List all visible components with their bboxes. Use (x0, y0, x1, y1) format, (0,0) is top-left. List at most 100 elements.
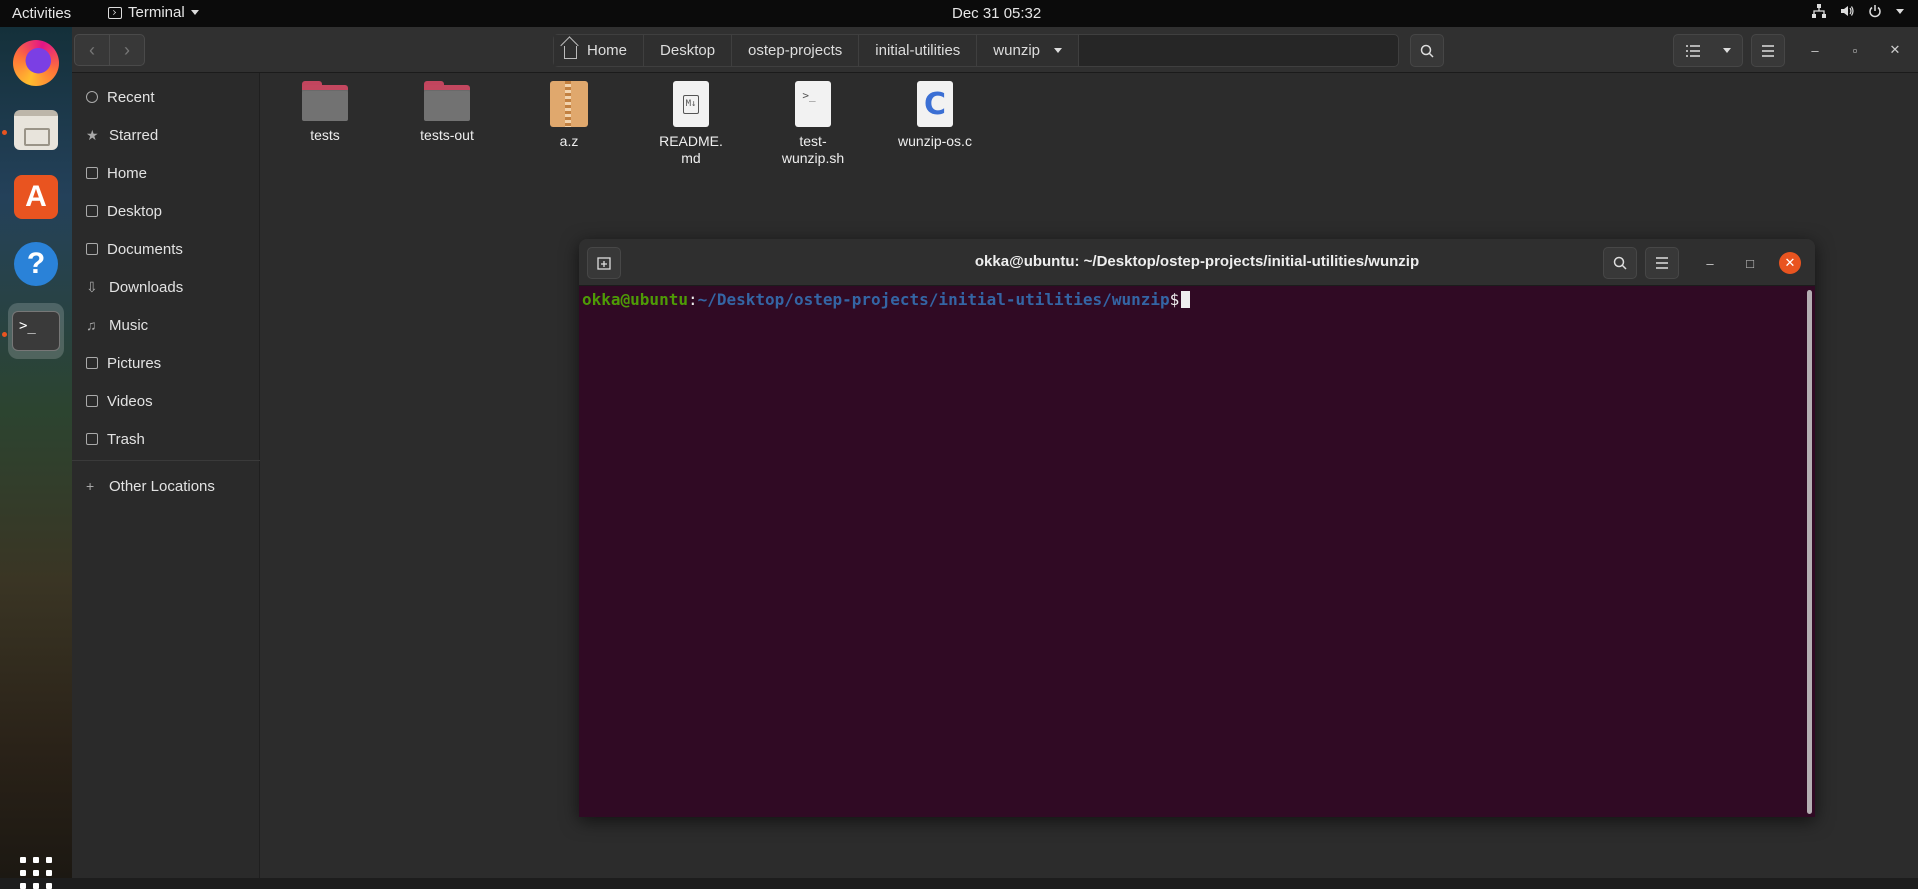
terminal-window[interactable]: okka@ubuntu: ~/Desktop/ostep-projects/in… (579, 239, 1815, 817)
sidebar-item-pictures[interactable]: Pictures (86, 351, 161, 375)
breadcrumb-home[interactable]: Home (554, 35, 645, 66)
file-name-line2: wunzip.sh (781, 150, 845, 166)
list-view-icon (1685, 44, 1700, 57)
home-icon (86, 167, 98, 179)
breadcrumb-initial-utilities[interactable]: initial-utilities (859, 35, 978, 66)
files-header-bar: ‹ › Home Desktop ostep-projects initial-… (72, 27, 1918, 73)
file-item-wunzip-os-c[interactable]: C wunzip-os.c (885, 81, 985, 150)
c-source-icon: C (917, 81, 953, 127)
view-options-button[interactable] (1673, 34, 1743, 67)
dock-files[interactable] (8, 102, 64, 158)
close-button[interactable]: ✕ (1883, 38, 1907, 62)
main-menu-button[interactable] (1751, 34, 1785, 67)
scrollbar[interactable] (1807, 290, 1812, 814)
files-icon (14, 110, 58, 150)
sidebar-item-label: Home (107, 164, 148, 182)
sidebar-item-downloads[interactable]: ⇩ Downloads (86, 275, 183, 299)
places-sidebar: Recent ★ Starred Home Desktop Documents ⇩… (72, 73, 260, 878)
hamburger-icon (1656, 257, 1668, 269)
terminal-header-bar[interactable]: okka@ubuntu: ~/Desktop/ostep-projects/in… (579, 239, 1815, 286)
dock-ubuntu-software[interactable]: A (8, 169, 64, 225)
pictures-icon (86, 357, 98, 369)
sidebar-item-home[interactable]: Home (86, 161, 147, 185)
app-menu-label: Terminal (128, 4, 185, 21)
file-item-a-z[interactable]: a.z (519, 81, 619, 150)
close-icon: ✕ (1784, 255, 1796, 270)
file-item-test-wunzip-sh[interactable]: >_ test- wunzip.sh (763, 81, 863, 167)
breadcrumb-ostep-projects[interactable]: ostep-projects (732, 35, 860, 66)
markdown-file-icon: M↓ (673, 81, 709, 127)
dock: A ? >_ (0, 27, 72, 889)
file-name-line1: README. (659, 133, 723, 149)
prompt-sign: $ (1169, 290, 1180, 309)
chevron-down-icon (190, 10, 199, 15)
show-applications-icon[interactable] (20, 857, 52, 889)
power-icon (1869, 5, 1881, 18)
chevron-down-icon (1722, 48, 1731, 53)
dock-help[interactable]: ? (8, 236, 64, 292)
system-menu[interactable] (1812, 4, 1904, 18)
restore-icon: ▫ (1852, 42, 1858, 58)
terminal-search-button[interactable] (1603, 247, 1637, 279)
sidebar-item-other-locations[interactable]: + Other Locations (86, 474, 215, 498)
folder-icon (302, 81, 348, 121)
sidebar-item-documents[interactable]: Documents (86, 237, 183, 261)
firefox-icon (13, 40, 59, 86)
minimize-icon: – (1811, 42, 1819, 58)
clock-icon (86, 91, 98, 103)
videos-icon (86, 395, 98, 407)
file-name: tests (310, 127, 340, 143)
file-name-line2: md (681, 150, 701, 166)
clock[interactable]: Dec 31 05:32 (952, 5, 1041, 22)
terminal-maximize-button[interactable]: □ (1739, 252, 1761, 274)
chevron-down-icon (1054, 48, 1062, 53)
terminal-minimize-button[interactable]: – (1699, 252, 1721, 274)
dock-terminal[interactable]: >_ (8, 303, 64, 359)
file-item-tests[interactable]: tests (275, 81, 375, 144)
back-button[interactable]: ‹ (74, 34, 110, 66)
sidebar-item-label: Desktop (107, 202, 163, 220)
sidebar-item-videos[interactable]: Videos (86, 389, 153, 413)
sidebar-item-trash[interactable]: Trash (86, 427, 145, 451)
breadcrumb-desktop[interactable]: Desktop (644, 35, 733, 66)
documents-icon (86, 243, 98, 255)
breadcrumb-label: Home (587, 42, 628, 59)
music-icon: ♫ (86, 317, 97, 333)
sidebar-item-desktop[interactable]: Desktop (86, 199, 162, 223)
activities-button[interactable]: Activities (12, 5, 71, 22)
dock-firefox[interactable] (8, 35, 64, 91)
desktop-icon (86, 205, 98, 217)
sidebar-item-starred[interactable]: ★ Starred (86, 123, 158, 147)
sidebar-item-label: Other Locations (109, 477, 215, 495)
hamburger-icon (1762, 44, 1774, 57)
breadcrumb-wunzip[interactable]: wunzip (977, 35, 1079, 66)
breadcrumb-label: Desktop (660, 42, 716, 59)
terminal-output[interactable]: okka@ubuntu:~/Desktop/ostep-projects/ini… (579, 286, 1815, 817)
terminal-icon (108, 6, 122, 19)
prompt-user: okka@ubuntu (582, 290, 688, 309)
terminal-menu-button[interactable] (1645, 247, 1679, 279)
file-name: wunzip-os.c (898, 133, 972, 149)
search-icon (1613, 256, 1627, 270)
terminal-close-button[interactable]: ✕ (1779, 252, 1801, 274)
plus-icon: + (86, 478, 95, 494)
sidebar-item-recent[interactable]: Recent (86, 85, 155, 109)
sidebar-item-label: Trash (107, 430, 145, 448)
minimize-button[interactable]: – (1803, 38, 1827, 62)
sidebar-item-label: Documents (107, 240, 183, 258)
file-item-tests-out[interactable]: tests-out (397, 81, 497, 144)
forward-button[interactable]: › (109, 34, 145, 66)
chevron-right-icon: › (124, 39, 130, 60)
running-indicator (2, 130, 7, 135)
file-item-readme[interactable]: M↓ README. md (641, 81, 741, 167)
chevron-left-icon: ‹ (89, 39, 95, 60)
terminal-icon: >_ (12, 311, 60, 351)
breadcrumb-label: wunzip (993, 42, 1040, 59)
network-icon (1812, 4, 1826, 18)
search-button[interactable] (1410, 34, 1444, 67)
app-menu[interactable]: Terminal (108, 4, 199, 21)
prompt-path: ~/Desktop/ostep-projects/initial-utiliti… (697, 290, 1170, 309)
sidebar-item-music[interactable]: ♫ Music (86, 313, 148, 337)
maximize-button[interactable]: ▫ (1843, 38, 1867, 62)
download-icon: ⇩ (86, 279, 98, 295)
